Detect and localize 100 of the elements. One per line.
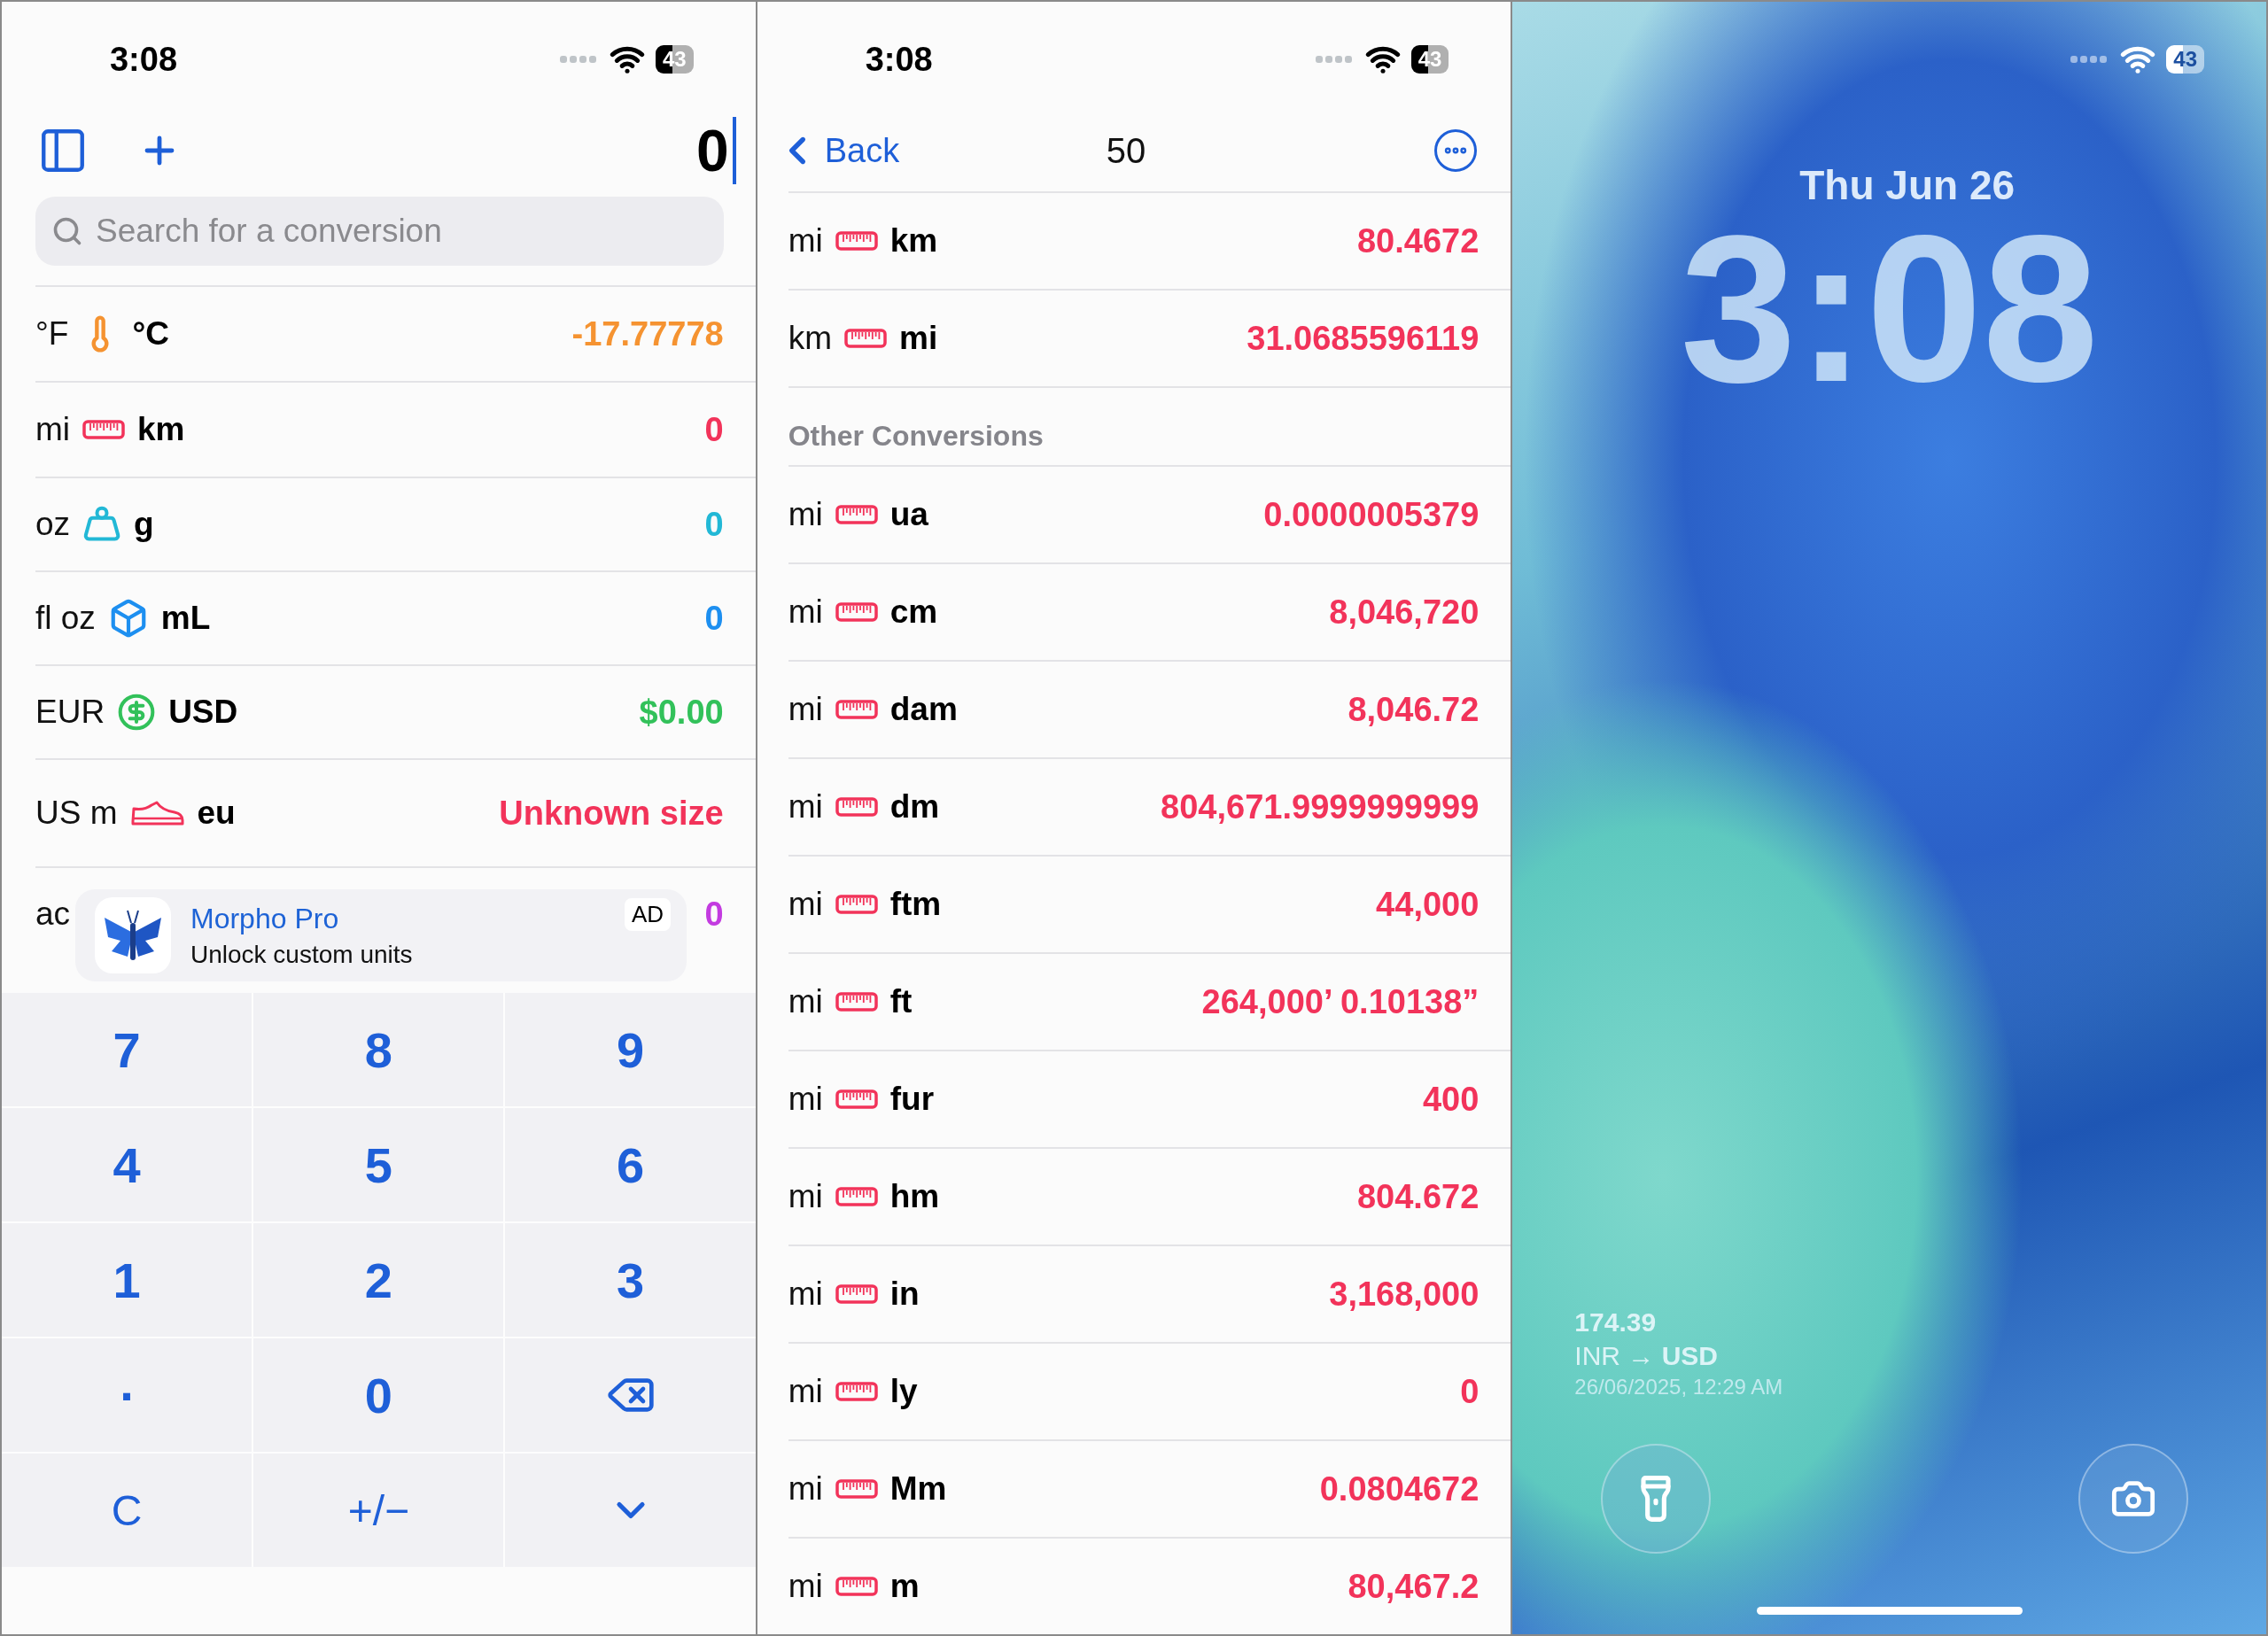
ad-title: Morpho Pro xyxy=(190,902,340,935)
converted-value: 0 xyxy=(704,599,724,638)
to-unit: cm xyxy=(889,593,938,631)
shoe-icon xyxy=(129,800,185,826)
clear-key[interactable]: C xyxy=(2,1454,252,1567)
dollar-icon xyxy=(117,693,157,732)
from-unit: mi xyxy=(788,886,823,923)
from-unit: US m xyxy=(35,795,118,832)
from-unit: EUR xyxy=(35,694,105,731)
converted-value: Unknown size xyxy=(499,794,724,833)
status-time: 3:08 xyxy=(108,40,179,79)
digit-key[interactable]: 7 xyxy=(2,993,252,1106)
input-value[interactable]: 0 xyxy=(695,117,736,184)
conversion-row[interactable]: mi in 3,168,000 xyxy=(788,1244,1511,1342)
from-unit: mi xyxy=(788,496,823,533)
converted-value: 44,000 xyxy=(1376,885,1480,924)
ruler-icon xyxy=(835,1187,878,1206)
digit-key[interactable]: 8 xyxy=(253,993,504,1106)
digit-key[interactable]: 2 xyxy=(253,1223,504,1337)
from-unit: mi xyxy=(788,788,823,826)
to-unit: eu xyxy=(197,795,236,832)
to-unit: Mm xyxy=(889,1470,947,1508)
conversion-row[interactable]: mi km 0 xyxy=(35,381,756,477)
digit-key[interactable]: 1 xyxy=(2,1223,252,1337)
from-unit: mi xyxy=(788,593,823,631)
conversion-row[interactable]: mi km 80.4672 xyxy=(788,191,1511,289)
digit-key[interactable]: 6 xyxy=(505,1108,756,1221)
conversion-row[interactable]: °F °C -17.77778 xyxy=(35,285,756,381)
ruler-icon xyxy=(844,329,887,348)
ruler-icon xyxy=(835,895,878,914)
from-unit: fl oz xyxy=(35,600,96,637)
conversion-row[interactable]: mi ua 0.0000005379 xyxy=(788,465,1511,562)
to-unit: km xyxy=(137,411,185,448)
digit-key[interactable]: 5 xyxy=(253,1108,504,1221)
conversion-row[interactable]: km mi 31.0685596119 xyxy=(788,289,1511,386)
ruler-icon xyxy=(835,505,878,524)
digit-key[interactable]: 0 xyxy=(253,1338,504,1452)
to-unit: °C xyxy=(132,315,169,353)
nav-title: 50 xyxy=(1105,130,1147,171)
to-unit: ly xyxy=(889,1373,918,1410)
to-unit: ftm xyxy=(889,886,942,923)
converted-value: 80.4672 xyxy=(1356,221,1480,260)
ruler-icon xyxy=(835,1284,878,1304)
from-unit: mi xyxy=(788,1568,823,1605)
converted-value: 264,000’ 0.10138” xyxy=(1201,982,1480,1021)
ad-toast[interactable]: Morpho Pro Unlock custom units AD xyxy=(75,889,687,981)
to-unit: in xyxy=(889,1275,920,1313)
to-unit: dam xyxy=(889,691,958,728)
ruler-icon xyxy=(835,602,878,622)
from-unit: mi xyxy=(788,983,823,1020)
ruler-icon xyxy=(835,797,878,817)
converted-value: 804,671.9999999999 xyxy=(1161,787,1480,826)
section-title: Other Conversions xyxy=(788,420,1044,453)
conversion-row[interactable]: EUR USD $0.00 xyxy=(35,664,756,758)
battery-level: 43 xyxy=(2166,45,2204,74)
to-unit: mL xyxy=(160,600,211,637)
conversion-row[interactable]: mi fur 400 xyxy=(788,1050,1511,1147)
converted-value: 31.0685596119 xyxy=(1247,319,1480,358)
conversion-row[interactable]: oz g 0 xyxy=(35,477,756,570)
more-icon xyxy=(1434,129,1478,172)
digit-key[interactable]: 3 xyxy=(505,1223,756,1337)
conversion-row[interactable]: mi Mm 0.0804672 xyxy=(788,1439,1511,1537)
conversion-row[interactable]: mi cm 8,046,720 xyxy=(788,562,1511,660)
to-unit: fur xyxy=(889,1081,935,1118)
ruler-icon xyxy=(835,700,878,719)
from-unit: mi xyxy=(788,1178,823,1215)
signal-icon xyxy=(559,55,599,64)
widget-value: 174.39 xyxy=(1574,1307,1658,1337)
ruler-icon xyxy=(835,231,878,251)
conversion-row[interactable]: mi ly 0 xyxy=(788,1342,1511,1439)
from-unit: km xyxy=(788,320,832,357)
sign-key[interactable]: +/− xyxy=(253,1454,504,1567)
from-unit: mi xyxy=(788,1275,823,1313)
ruler-icon xyxy=(835,1577,878,1596)
conversion-row[interactable]: mi dam 8,046.72 xyxy=(788,660,1511,757)
conversion-row[interactable]: mi hm 804.672 xyxy=(788,1147,1511,1244)
to-unit: USD xyxy=(168,694,238,731)
converted-value: 400 xyxy=(1422,1080,1480,1119)
ruler-icon xyxy=(835,1382,878,1401)
from-unit: ac xyxy=(35,896,71,933)
backspace-key[interactable] xyxy=(505,1338,756,1452)
digit-key[interactable]: . xyxy=(2,1338,252,1452)
to-unit: ft xyxy=(889,983,913,1020)
conversion-row[interactable]: mi ftm 44,000 xyxy=(788,855,1511,952)
conversion-row[interactable]: mi ft 264,000’ 0.10138” xyxy=(788,952,1511,1050)
digit-key[interactable]: 9 xyxy=(505,993,756,1106)
digit-key[interactable]: 4 xyxy=(2,1108,252,1221)
to-unit: hm xyxy=(889,1178,940,1215)
to-unit: m xyxy=(889,1568,920,1605)
conversion-row[interactable]: mi dm 804,671.9999999999 xyxy=(788,757,1511,855)
conversion-row[interactable]: fl oz mL 0 xyxy=(35,570,756,664)
ruler-icon xyxy=(835,1089,878,1109)
to-unit: mi xyxy=(899,320,938,357)
converted-value: 0 xyxy=(704,410,724,449)
conversion-row[interactable]: mi m 80,467.2 xyxy=(788,1537,1511,1634)
conversion-row[interactable]: US m eu Unknown size xyxy=(35,758,756,866)
converted-value: 0 xyxy=(704,505,724,544)
widget-pair: INR → USD xyxy=(1574,1341,1720,1371)
ad-label: AD xyxy=(624,898,671,931)
back-button[interactable]: Back xyxy=(774,128,952,173)
